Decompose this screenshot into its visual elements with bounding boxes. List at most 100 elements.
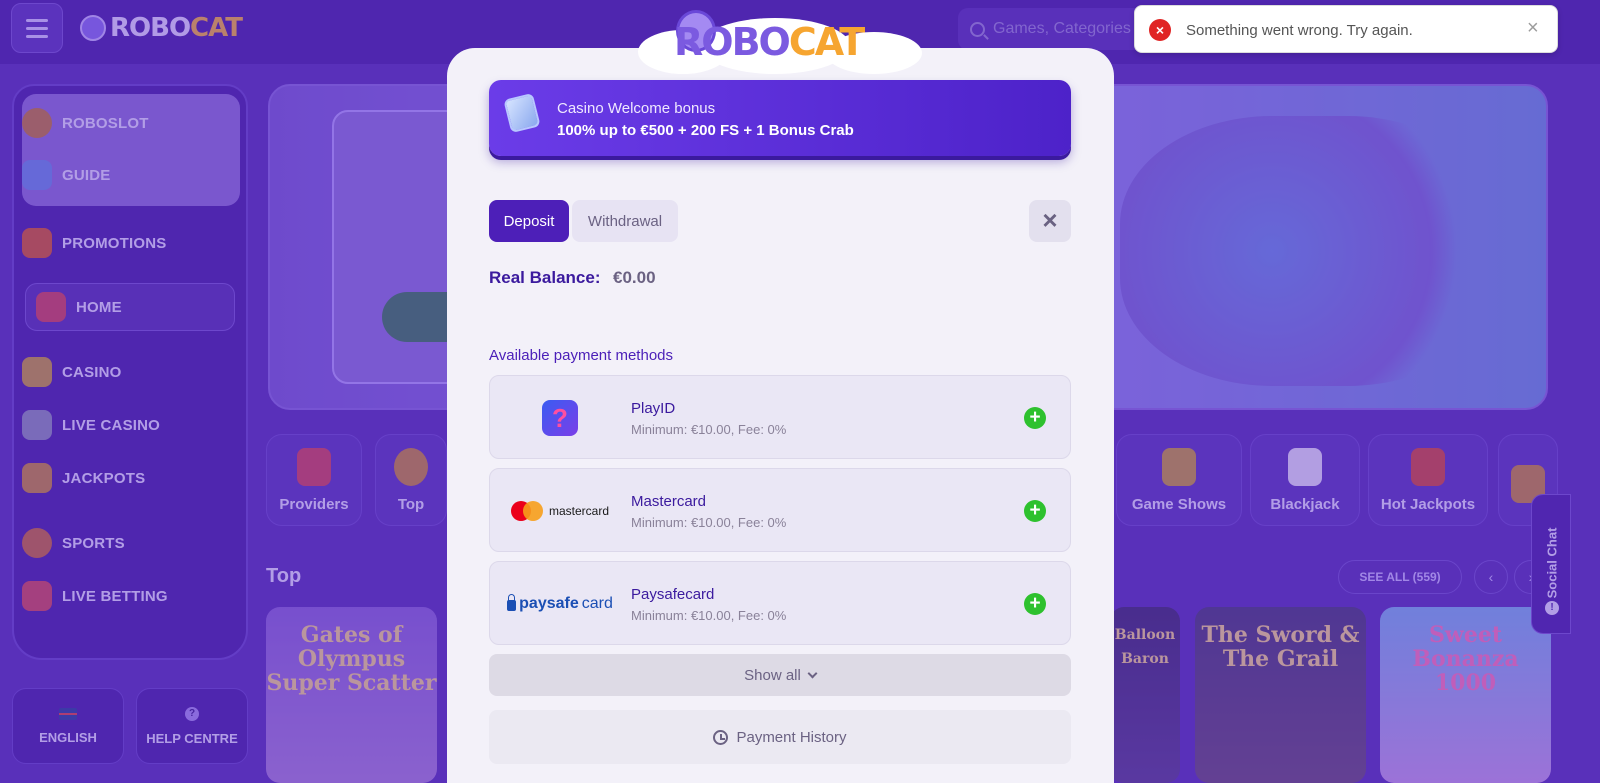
hot-jackpots-icon [1411, 448, 1445, 486]
bonus-offer: 100% up to €500 + 200 FS + 1 Bonus Crab [557, 122, 854, 139]
header-logo[interactable]: ROBOCAT [80, 6, 250, 50]
sidebar-item-label: HOME [76, 298, 122, 316]
menu-line [26, 34, 48, 38]
ball-icon [22, 528, 52, 558]
social-chat-label: Social Chat [1544, 527, 1560, 599]
bonus-title: Casino Welcome bonus [557, 100, 716, 117]
language-label: ENGLISH [39, 729, 97, 745]
search-icon [970, 21, 985, 37]
sidebar-item-guide[interactable]: GUIDE [12, 151, 222, 199]
roboslot-icon [22, 108, 52, 138]
show-all-label: Show all [744, 666, 801, 684]
game-card[interactable]: Sweet Bonanza 1000 [1380, 607, 1551, 783]
lock-icon [507, 594, 517, 611]
sidebar-item-label: GUIDE [62, 166, 111, 184]
header-logo-text: ROBOCAT [110, 13, 243, 43]
payment-method-name: PlayID [631, 400, 676, 417]
menu-line [26, 18, 48, 22]
sidebar-item-promotions[interactable]: PROMOTIONS [12, 219, 222, 267]
blackjack-icon [1288, 448, 1322, 486]
providers-icon [297, 448, 331, 486]
sidebar-item-roboslot[interactable]: ROBOSLOT [12, 99, 222, 147]
paysafecard-logo: paysafe card [490, 562, 630, 646]
paysafecard-wordmark-rest: card [581, 595, 613, 612]
game-card[interactable]: The Sword & The Grail [1195, 607, 1366, 783]
sidebar-item-live-betting[interactable]: LIVE BETTING [12, 572, 222, 620]
chat-info-icon: ! [1545, 601, 1559, 615]
cards-icon [22, 410, 52, 440]
close-toast-button[interactable]: × [1527, 16, 1539, 40]
modal-logo-text: ROBOCAT [674, 20, 865, 64]
category-tile[interactable]: Top [375, 434, 447, 526]
hamburger-menu-button[interactable] [11, 3, 63, 53]
payment-method-mastercard[interactable]: mastercard Mastercard Minimum: €10.00, F… [489, 468, 1071, 552]
search-placeholder: Games, Categories [993, 20, 1131, 37]
payment-history-label: Payment History [736, 728, 847, 746]
welcome-bonus-banner[interactable]: Casino Welcome bonus 100% up to €500 + 2… [489, 80, 1071, 156]
payment-method-playid[interactable]: ? PlayID Minimum: €10.00, Fee: 0% + [489, 375, 1071, 459]
social-chat-tab[interactable]: Social Chat ! [1531, 494, 1571, 634]
chevron-down-icon [807, 668, 818, 678]
add-icon[interactable]: + [1024, 593, 1046, 615]
paysafecard-wordmark-bold: paysafe [519, 595, 579, 612]
top-icon [394, 448, 428, 486]
sidebar-item-label: LIVE CASINO [62, 416, 161, 434]
category-label: Providers [279, 496, 349, 513]
gift-icon [22, 228, 52, 258]
sidebar-item-casino[interactable]: CASINO [12, 348, 222, 396]
payment-method-paysafecard[interactable]: paysafe card Paysafecard Minimum: €10.00,… [489, 561, 1071, 645]
language-selector[interactable]: ENGLISH [12, 688, 124, 764]
uk-flag-icon [59, 707, 77, 720]
balance-label: Real Balance: [489, 268, 601, 287]
game-title: The Sword & The Grail [1201, 622, 1360, 672]
category-tile[interactable]: Blackjack [1250, 434, 1360, 526]
add-icon[interactable]: + [1024, 500, 1046, 522]
category-tile[interactable]: Providers [266, 434, 362, 526]
sidebar-item-label: LIVE BETTING [62, 587, 168, 605]
payment-method-info: Minimum: €10.00, Fee: 0% [631, 422, 787, 437]
help-centre-button[interactable]: ? HELP CENTRE [136, 688, 248, 764]
sidebar-item-sports[interactable]: SPORTS [12, 519, 222, 567]
mastercard-circles-icon [510, 501, 543, 521]
sidebar-item-label: ROBOSLOT [62, 114, 149, 132]
tab-withdrawal[interactable]: Withdrawal [572, 200, 678, 242]
game-title: Sweet Bonanza 1000 [1412, 622, 1519, 696]
sidebar-item-label: CASINO [62, 363, 122, 381]
deposit-modal: Casino Welcome bonus 100% up to €500 + 2… [447, 48, 1114, 783]
guide-icon [22, 160, 52, 190]
payment-method-info: Minimum: €10.00, Fee: 0% [631, 608, 787, 623]
menu-line [26, 26, 48, 30]
error-icon: × [1149, 19, 1171, 41]
carousel-prev-button[interactable]: ‹ [1474, 560, 1508, 594]
category-tile[interactable]: Hot Jackpots [1368, 434, 1488, 526]
category-label: Blackjack [1270, 496, 1340, 513]
slot-machine-icon [22, 357, 52, 387]
sidebar-item-label: PROMOTIONS [62, 234, 167, 252]
show-all-button[interactable]: Show all [489, 654, 1071, 696]
game-title: Balloon Baron [1114, 627, 1176, 667]
sidebar-item-label: JACKPOTS [62, 469, 146, 487]
search-input[interactable]: Games, Categories [958, 8, 1158, 50]
game-card[interactable]: Gates of Olympus Super Scatter [266, 607, 437, 783]
section-title: Top [266, 565, 302, 587]
error-toast: × Something went wrong. Try again. × [1134, 5, 1558, 53]
close-modal-button[interactable]: × [1029, 200, 1071, 242]
help-label: HELP CENTRE [146, 730, 238, 746]
tab-deposit[interactable]: Deposit [489, 200, 569, 242]
add-icon[interactable]: + [1024, 407, 1046, 429]
sidebar-item-home[interactable]: HOME [25, 283, 235, 331]
toast-message: Something went wrong. Try again. [1186, 22, 1413, 39]
help-icon: ? [185, 706, 199, 721]
history-icon [713, 729, 729, 745]
mastercard-wordmark: mastercard [548, 504, 610, 518]
category-tile[interactable]: Game Shows [1116, 434, 1242, 526]
hero-promo-card [332, 110, 462, 384]
game-card[interactable]: Balloon Baron [1110, 607, 1180, 783]
payment-history-button[interactable]: Payment History [489, 710, 1071, 764]
sidebar-item-jackpots[interactable]: JACKPOTS [12, 454, 222, 502]
live-icon [22, 581, 52, 611]
sidebar-item-live-casino[interactable]: LIVE CASINO [12, 401, 222, 449]
playid-icon: ? [542, 400, 578, 436]
see-all-button[interactable]: SEE ALL (559) [1338, 560, 1462, 594]
category-label: Hot Jackpots [1380, 496, 1476, 513]
